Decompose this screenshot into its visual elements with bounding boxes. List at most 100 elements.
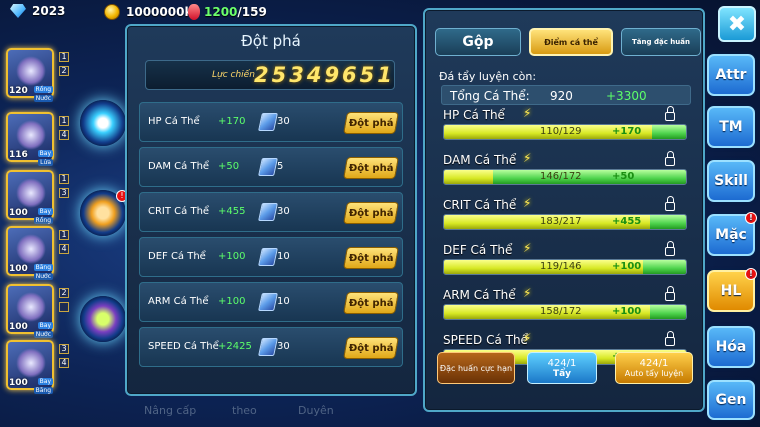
hero-card[interactable]: 100 Bay Băng 3 4 <box>6 340 69 394</box>
stat-bonus: +2425 <box>218 341 252 352</box>
training-stat-bonus: +100 <box>612 306 642 317</box>
hero-level: 100 <box>9 208 28 218</box>
hero-portrait <box>16 348 46 378</box>
training-stat-name: SPEED Cá Thể <box>443 333 528 347</box>
training-stat-name: CRIT Cá Thể <box>443 198 517 212</box>
hero-portrait <box>16 120 46 150</box>
hero-portrait <box>16 292 46 322</box>
equipment-slot-weapon[interactable] <box>80 100 126 146</box>
hero-portrait <box>16 234 46 264</box>
stat-name: DEF Cá Thể <box>148 251 206 262</box>
gold-counter: 1000000k <box>104 4 192 20</box>
equipment-slot-lock[interactable]: ! <box>80 190 128 236</box>
hero-element-tag-2: Rồng <box>33 217 53 224</box>
potion-icon <box>188 4 200 20</box>
training-stat-bonus: +170 <box>612 126 642 137</box>
hero-slot-count: 3 <box>59 344 69 354</box>
combat-power-label: Lực chiến <box>212 70 255 80</box>
auto-wash-button[interactable]: 424/1 Auto tẩy luyện <box>615 352 693 384</box>
breakthrough-button[interactable]: Đột phá <box>343 292 399 314</box>
hero-level: 100 <box>9 322 28 332</box>
lightning-icon: ⚡ <box>523 241 532 255</box>
lock-icon[interactable] <box>665 241 675 256</box>
training-stat-value: 183/217 <box>540 216 582 227</box>
breakthrough-row: DAM Cá Thể +50 5 Đột phá <box>139 147 403 187</box>
training-stat-value: 158/172 <box>540 306 582 317</box>
hero-card[interactable]: 116 Bay Lửa 1 4 <box>6 112 69 166</box>
hero-slot-count-2: 3 <box>59 188 69 198</box>
breakthrough-stone-icon <box>258 338 278 356</box>
tab-enhance[interactable]: Tăng đặc huấn <box>621 28 701 56</box>
upgrade-label-bg: Nâng cấp <box>144 404 197 417</box>
hero-slot-count-2 <box>59 302 69 312</box>
training-stat-value: 110/129 <box>540 126 582 137</box>
side-tab-gen[interactable]: Gen <box>707 380 755 420</box>
hero-slot-count-2: 2 <box>59 66 69 76</box>
combat-power-value: 25349651 <box>254 63 395 87</box>
breakthrough-row: ARM Cá Thể +100 10 Đột phá <box>139 282 403 322</box>
hero-card[interactable]: 100 Bay Rồng 1 3 <box>6 170 69 224</box>
lock-icon[interactable] <box>665 286 675 301</box>
side-tab-mặc[interactable]: Mặc! <box>707 212 757 256</box>
breakthrough-button[interactable]: Đột phá <box>343 247 399 269</box>
side-tab-hóa[interactable]: Hóa <box>707 326 755 368</box>
training-stat-name: DEF Cá Thể <box>443 243 513 257</box>
tab-merge[interactable]: Gộp <box>435 28 521 56</box>
bar-bonus-fill <box>650 215 686 229</box>
breakthrough-row: CRIT Cá Thể +455 30 Đột phá <box>139 192 403 232</box>
remaining-label: Đá tẩy luyện còn: <box>439 70 537 83</box>
stone-cost: 30 <box>277 341 290 352</box>
hero-slot-count-2: 4 <box>59 244 69 254</box>
lock-icon[interactable] <box>665 151 675 166</box>
breakthrough-button[interactable]: Đột phá <box>343 157 399 179</box>
breakthrough-stone-icon <box>258 203 278 221</box>
fate-label-bg: Duyên <box>298 404 334 417</box>
side-tab-tm[interactable]: TM <box>707 106 755 148</box>
wash-button[interactable]: 424/1 Tẩy <box>527 352 597 384</box>
combat-power-box: Lực chiến 25349651 <box>145 60 395 90</box>
hero-slot-count: 1 <box>59 174 69 184</box>
side-tab-skill[interactable]: Skill <box>707 160 755 202</box>
breakthrough-button[interactable]: Đột phá <box>343 337 399 359</box>
training-stat-bar: 119/146 +100 <box>443 259 687 275</box>
tab-points[interactable]: Điểm cá thể <box>529 28 613 56</box>
lock-icon[interactable] <box>665 196 675 211</box>
hero-element-tag-2: Lửa <box>38 159 53 166</box>
hero-card[interactable]: 100 Băng Nước 1 4 <box>6 226 69 280</box>
side-tab-attr[interactable]: Attr <box>707 54 755 96</box>
hero-element-tag-2: Nước <box>33 273 53 280</box>
stat-name: DAM Cá Thể <box>148 161 210 172</box>
hero-portrait <box>16 56 46 86</box>
stat-name: CRIT Cá Thể <box>148 206 210 217</box>
lightning-icon: ⚡ <box>523 286 532 300</box>
stat-name: ARM Cá Thể <box>148 296 209 307</box>
training-stat-value: 119/146 <box>540 261 582 272</box>
breakthrough-button[interactable]: Đột phá <box>343 112 399 134</box>
lightning-icon: ⚡ <box>523 331 532 345</box>
hero-card[interactable]: 120 Rồng Nước 1 2 <box>6 48 69 102</box>
special-training-button[interactable]: Đặc huấn cực hạn <box>437 352 515 384</box>
hero-element-tag: Bay <box>37 378 53 385</box>
total-value: 920 <box>550 89 573 103</box>
lock-icon[interactable] <box>665 331 675 346</box>
hero-level: 100 <box>9 378 28 388</box>
lock-icon[interactable] <box>665 106 675 121</box>
close-button[interactable]: ✖ <box>718 6 756 42</box>
follow-label-bg: theo <box>232 404 257 417</box>
side-tab-hl[interactable]: HL! <box>707 268 757 312</box>
bar-bonus-fill <box>643 260 686 274</box>
breakthrough-button[interactable]: Đột phá <box>343 202 399 224</box>
bar-bonus-fill <box>493 170 686 184</box>
equipment-slot-amulet[interactable] <box>80 296 126 342</box>
breakthrough-stone-icon <box>258 248 278 266</box>
stat-name: SPEED Cá Thể <box>148 341 219 352</box>
breakthrough-stone-icon <box>258 113 278 131</box>
hero-slot-count-2: 4 <box>59 358 69 368</box>
hero-card[interactable]: 100 Bay Nước 2 <box>6 284 69 338</box>
hero-slot-count: 1 <box>59 52 69 62</box>
hero-element-tag-2: Băng <box>33 387 53 394</box>
total-label: Tổng Cá Thể: <box>450 89 530 103</box>
gold-coin-icon <box>104 4 120 20</box>
training-stat-value: 146/172 <box>540 171 582 182</box>
stamina-counter: 1200 /159 <box>188 4 267 20</box>
